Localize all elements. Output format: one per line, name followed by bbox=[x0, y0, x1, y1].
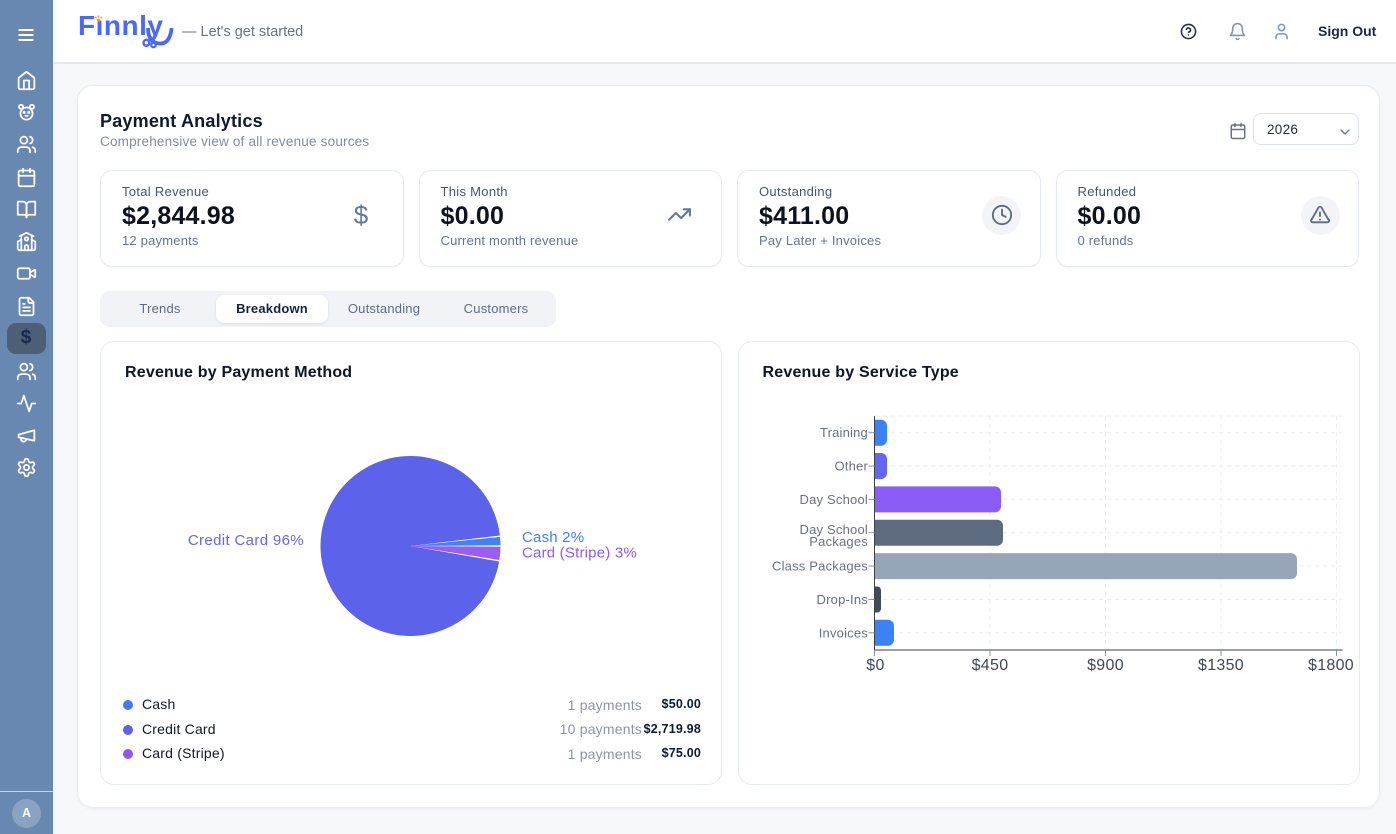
svg-text:$1800: $1800 bbox=[1308, 657, 1354, 674]
svg-text:$1350: $1350 bbox=[1198, 657, 1244, 674]
svg-text:Packages: Packages bbox=[809, 534, 868, 549]
svg-text:$900: $900 bbox=[1087, 657, 1124, 674]
svg-text:Training: Training bbox=[819, 425, 867, 440]
svg-text:Class Packages: Class Packages bbox=[771, 559, 867, 574]
svg-text:Other: Other bbox=[834, 459, 868, 474]
svg-text:Credit Card 96%: Credit Card 96% bbox=[188, 532, 304, 549]
svg-text:Drop-Ins: Drop-Ins bbox=[816, 592, 868, 607]
svg-text:$0: $0 bbox=[866, 657, 884, 674]
svg-text:Invoices: Invoices bbox=[818, 625, 868, 640]
svg-text:Card (Stripe) 3%: Card (Stripe) 3% bbox=[522, 545, 637, 562]
svg-text:Day School: Day School bbox=[799, 492, 867, 507]
svg-text:$450: $450 bbox=[971, 657, 1008, 674]
svg-text:Cash 2%: Cash 2% bbox=[522, 529, 584, 546]
